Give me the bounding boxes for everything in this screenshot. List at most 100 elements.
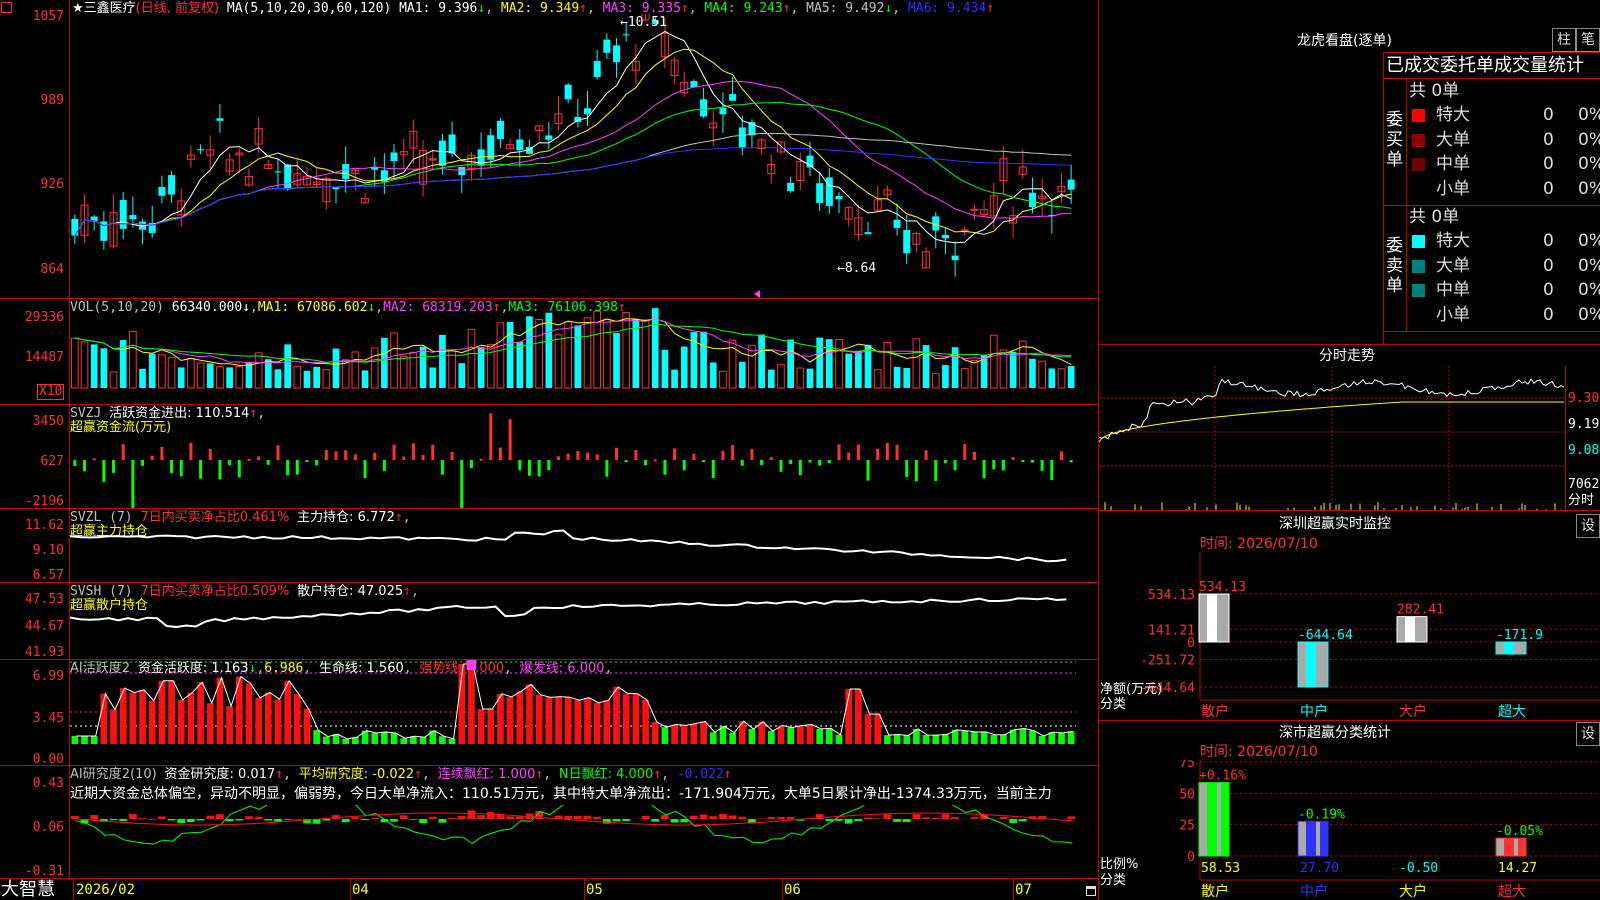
volume-bar-up [370, 347, 379, 389]
activity-bar [826, 728, 833, 744]
volume-bar-down [177, 367, 185, 388]
candle-body-down [545, 135, 553, 140]
order-percent: 0% [1578, 231, 1600, 251]
monitor-category-label: 散户 [1201, 703, 1229, 720]
class-top-border [1098, 720, 1600, 721]
volume-bar-down [313, 366, 320, 388]
fund-flow-bar-in [924, 450, 928, 460]
activity-bar [197, 682, 204, 744]
order-percent: 0% [1578, 255, 1600, 276]
research-bar-pos [477, 815, 485, 819]
monitor-bar-highlight [1405, 616, 1415, 642]
volume-bar-up [1038, 360, 1046, 389]
volume-bar-up [719, 370, 727, 389]
buy-total: 共 0单 [1409, 81, 1460, 101]
research-bar-pos [699, 814, 708, 819]
sell-total: 共 0单 [1409, 207, 1460, 227]
class-settings-button[interactable]: 设 [1576, 722, 1600, 746]
activity-bar [110, 709, 117, 744]
order-type-label: 特大 [1436, 105, 1470, 125]
candle-body-down [700, 99, 708, 117]
research-bar-neg [844, 819, 853, 824]
fund-flow-bar-in [885, 443, 889, 460]
monitor-axis-label: 0 [1187, 636, 1195, 651]
main-holding-chart[interactable] [70, 509, 1098, 582]
research-bar-pos [71, 815, 79, 819]
research-bar-neg [274, 819, 282, 822]
monitor-bar-chart[interactable]: 534.13141.210-251.72-644.64534.13散户-644.… [1099, 552, 1600, 720]
fund-flow-bar-out [624, 460, 628, 462]
volume-bar-up [535, 319, 543, 389]
volume-bar-up [341, 359, 350, 389]
class-bar-value: 27.70 [1300, 861, 1339, 876]
research-bar-pos [206, 815, 215, 819]
intraday-axis-label: 9.08 [1568, 443, 1600, 458]
research-bar-pos [593, 816, 602, 819]
fund-flow-bar-in [963, 443, 967, 460]
activity-bar [690, 723, 698, 744]
tick-mode-button[interactable]: 笔 [1576, 28, 1600, 52]
activity-bar [971, 732, 978, 744]
monitor-settings-button[interactable]: 设 [1576, 514, 1600, 538]
fund-flow-bar-out [740, 460, 744, 466]
order-label-divider [1406, 78, 1407, 331]
fund-flow-bar-out [315, 460, 319, 466]
scroll-marker-icon[interactable] [754, 290, 760, 298]
volume-bar-down [758, 334, 765, 388]
intraday-chart[interactable] [1099, 366, 1565, 510]
ai-active-axis-label: 0.00 [32, 752, 64, 767]
volume-bar-up [486, 344, 495, 389]
research-bar-pos [931, 817, 940, 819]
volume-chart[interactable] [70, 300, 1098, 404]
ai-research-axis-label: 0.06 [32, 820, 64, 835]
fund-flow-bar-in [1059, 451, 1063, 460]
retail-holding-chart[interactable] [70, 583, 1098, 659]
fund-flow-bar-in [411, 443, 415, 460]
class-category-label: 大户 [1399, 883, 1427, 900]
candle-body-down [197, 149, 205, 151]
volume-bar-up [564, 321, 573, 389]
volume-bar-up [835, 338, 843, 389]
candlestick-chart[interactable] [70, 14, 1098, 298]
candle-body-down [864, 232, 872, 235]
research-bar-neg [438, 819, 447, 823]
order-count: 0 [1543, 129, 1554, 150]
volume-bar-up [496, 322, 505, 389]
candle-body-down [951, 255, 959, 261]
research-bar-neg [109, 819, 118, 821]
research-bar-pos [777, 817, 785, 819]
research-bar-pos [506, 816, 514, 819]
class-bar-edge [1320, 821, 1328, 856]
research-bar-pos [661, 815, 669, 819]
activity-bar [129, 692, 137, 744]
fund-flow-bar-in [586, 452, 590, 460]
research-bar-neg [670, 819, 679, 823]
burst-marker [466, 660, 477, 670]
fund-flow-bar-out [914, 460, 918, 482]
volume-bar-up [254, 352, 263, 389]
vol-axis-label: 29336 [24, 310, 64, 325]
fund-flow-bar-in [324, 449, 328, 460]
ai-research-chart[interactable] [70, 805, 1098, 878]
volume-bar-up [293, 365, 302, 389]
research-bar-neg [419, 819, 427, 824]
fund-flow-bar-in [750, 449, 754, 460]
ai-activity-chart[interactable] [70, 660, 1098, 765]
fund-flow-bar-in [247, 458, 251, 461]
activity-bar [477, 709, 485, 744]
fund-flow-bar-out [818, 460, 822, 466]
class-bar-chart[interactable]: 75 50 25 0 +0.16% 58.53 散户 -0.19% 27.70 中户 -0.50 大户… [1099, 760, 1600, 900]
fund-flow-bar-out [170, 460, 174, 474]
vol-unit-badge: X10 [37, 384, 65, 400]
fund-flow-bar-in [566, 453, 570, 460]
order-panel-left-border [1383, 52, 1384, 344]
activity-bar [1029, 730, 1036, 744]
research-bar-pos [254, 816, 263, 819]
candle-body-down [129, 215, 137, 220]
bar-mode-button[interactable]: 柱 [1552, 28, 1576, 52]
lock-icon[interactable] [1086, 886, 1096, 896]
fund-flow-chart[interactable] [70, 405, 1098, 508]
research-bar-pos [864, 817, 872, 819]
order-percent: 0% [1578, 105, 1600, 125]
activity-bar [864, 714, 872, 744]
